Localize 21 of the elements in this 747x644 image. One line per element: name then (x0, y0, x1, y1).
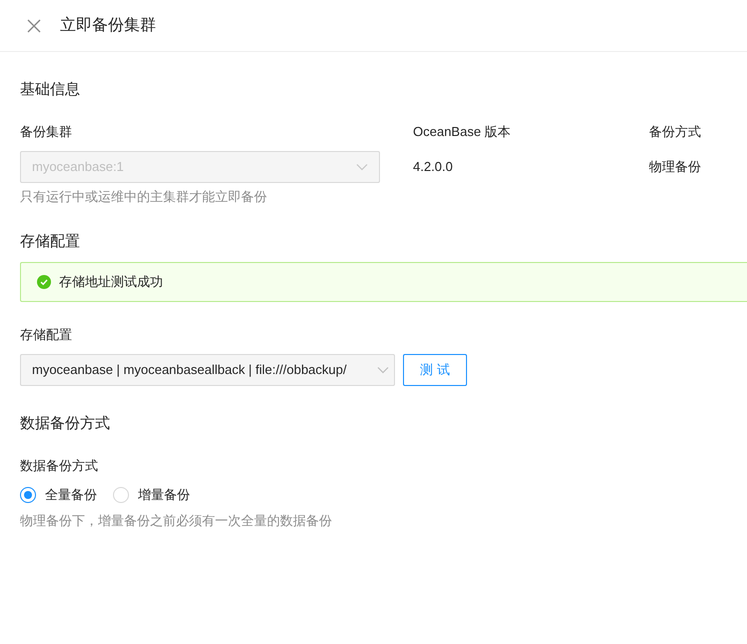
close-icon[interactable] (27, 18, 41, 32)
radio-option[interactable]: 全量备份 (20, 485, 97, 504)
chevron-down-icon (377, 366, 389, 374)
help-text: 物理备份下，增量备份之前必须有一次全量的数据备份 (20, 512, 332, 530)
help-text: 只有运行中或运维中的主集群才能立即备份 (20, 188, 267, 206)
field-label: OceanBase 版本 (413, 123, 511, 141)
drawer-title: 立即备份集群 (60, 16, 156, 36)
check-circle-icon (37, 275, 51, 289)
section-heading: 存储配置 (20, 232, 80, 252)
field-label: 备份集群 (20, 123, 72, 141)
field-label: 备份方式 (649, 123, 701, 141)
field-label: 存储配置 (20, 326, 72, 344)
field-label: 数据备份方式 (20, 457, 98, 475)
chevron-down-icon (356, 163, 368, 171)
field-value: 物理备份 (649, 158, 701, 176)
field-value: 4.2.0.0 (413, 158, 453, 176)
radio-option[interactable]: 增量备份 (113, 485, 190, 504)
section-heading: 基础信息 (20, 80, 80, 100)
section-heading: 数据备份方式 (20, 414, 110, 434)
storage-select[interactable]: myoceanbase | myoceanbaseallback | file:///obbackup/ (20, 354, 395, 386)
alert-message: 存储地址测试成功 (59, 273, 163, 292)
